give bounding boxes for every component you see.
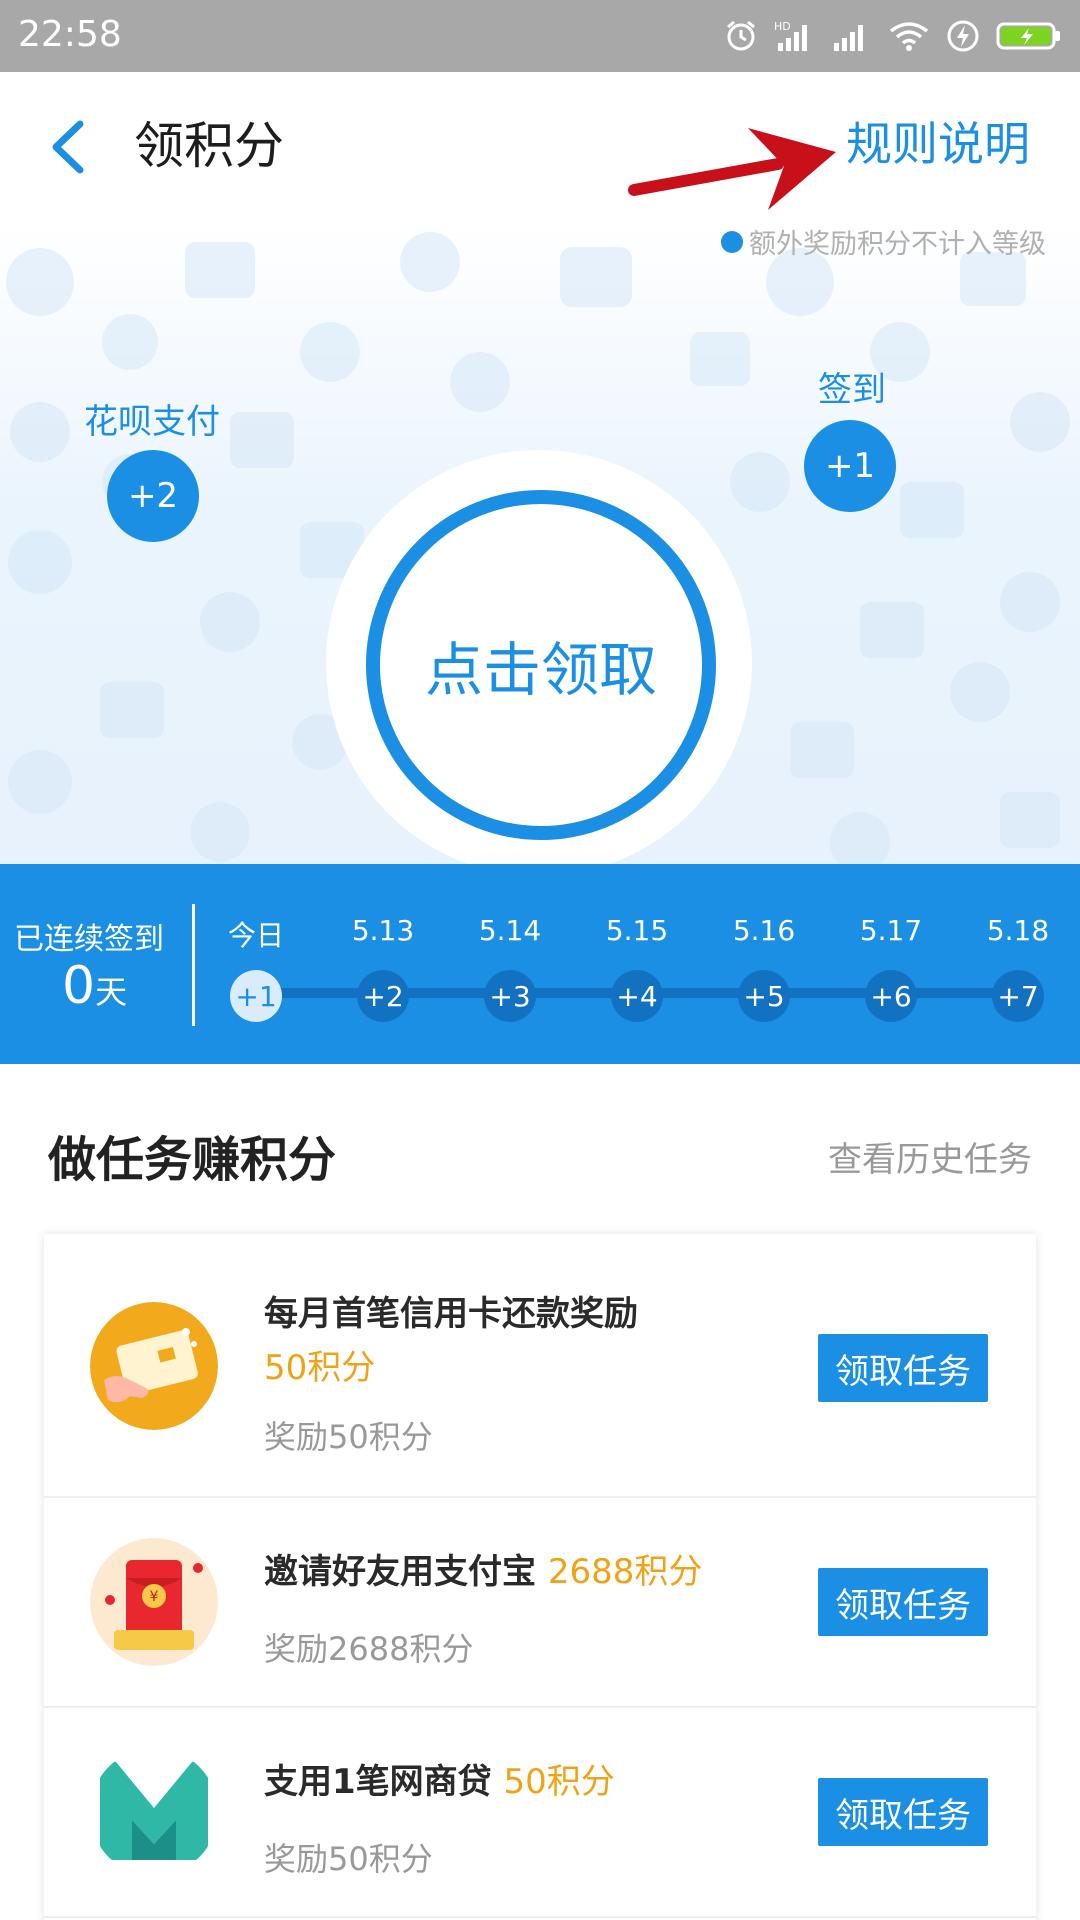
streak-unit: 天 (95, 973, 128, 1011)
status-time: 22:58 (18, 14, 122, 55)
charging-icon (947, 20, 979, 52)
claim-task-button[interactable]: 领取任务 (818, 1334, 988, 1402)
page-header: 领积分 规则说明 (0, 72, 1080, 222)
back-icon[interactable] (38, 112, 98, 182)
extra-points-note: 额外奖励积分不计入等级 (721, 222, 1046, 261)
page-title: 领积分 (134, 117, 284, 175)
task-item[interactable]: 每月首笔信用卡还款奖励 50积分 奖励50积分 领取任务 (44, 1234, 1036, 1498)
note-text: 额外奖励积分不计入等级 (749, 229, 1046, 260)
hd-signal-icon: HD (774, 20, 807, 51)
credit-card-icon (90, 1302, 218, 1430)
red-arrow-annotation (628, 128, 836, 210)
task-points: 50积分 (264, 1348, 376, 1388)
mybank-loan-icon (90, 1748, 218, 1876)
task-reward: 奖励50积分 (264, 1840, 433, 1878)
day-points: +2 (357, 970, 409, 1022)
checkin-points-bubble[interactable]: +1 (804, 420, 896, 512)
day-points: +7 (992, 970, 1044, 1022)
tasks-title: 做任务赚积分 (48, 1132, 337, 1188)
svg-text:¥: ¥ (150, 1589, 159, 1605)
checkin-label: 签到 (818, 370, 886, 410)
day-label: 5.13 (351, 914, 415, 947)
day-label: 5.14 (478, 914, 542, 947)
signal-icon (834, 25, 863, 51)
claim-button-label: 点击领取 (424, 636, 657, 704)
task-item[interactable]: 支用1笔网商贷 50积分 奖励50积分 领取任务 (44, 1708, 1036, 1918)
task-reward: 奖励50积分 (264, 1418, 433, 1456)
task-title-line: 邀请好友用支付宝 2688积分 (264, 1544, 702, 1593)
task-item[interactable]: ¥ 邀请好友用支付宝 2688积分 奖励2688积分 领取任务 (44, 1498, 1036, 1708)
huabei-points-bubble[interactable]: +2 (107, 450, 199, 542)
day-label: 5.16 (732, 914, 796, 947)
svg-text:HD: HD (774, 20, 791, 33)
huabei-label: 花呗支付 (84, 402, 220, 442)
streak-count: 0天 (62, 956, 127, 1016)
day-label: 5.18 (986, 914, 1050, 947)
day-label: 5.17 (859, 914, 923, 947)
task-list: 每月首笔信用卡还款奖励 50积分 奖励50积分 领取任务 ¥ 邀请好友用支付宝 … (44, 1234, 1036, 1920)
streak-label: 已连续签到 (14, 922, 164, 957)
red-envelope-icon: ¥ (90, 1538, 218, 1666)
task-reward: 奖励2688积分 (264, 1630, 474, 1668)
day-points: +4 (611, 970, 663, 1022)
day-points-today: +1 (230, 970, 282, 1022)
alarm-icon (727, 20, 755, 51)
battery-icon (996, 22, 1060, 50)
task-title-line: 支用1笔网商贷 50积分 (264, 1754, 615, 1803)
claim-hero: 额外奖励积分不计入等级 花呗支付 +2 签到 +1 点击领取 (0, 222, 1080, 864)
day-label: 今日 (227, 919, 284, 952)
day-points: +3 (484, 970, 536, 1022)
history-tasks-link[interactable]: 查看历史任务 (828, 1132, 1032, 1181)
claim-task-button[interactable]: 领取任务 (818, 1778, 988, 1846)
day-points: +5 (738, 970, 790, 1022)
task-points: 50积分 (503, 1762, 615, 1802)
claim-task-button[interactable]: 领取任务 (818, 1568, 988, 1636)
streak-divider (192, 904, 195, 1026)
claim-button[interactable]: 点击领取 (366, 490, 716, 840)
rules-link[interactable]: 规则说明 (846, 108, 1030, 174)
wifi-icon (889, 22, 929, 51)
status-icons: HD (724, 14, 1062, 58)
checkin-streak-bar: 已连续签到 0天 今日 5.13 5.14 5.15 5.16 5.17 5.1… (0, 864, 1080, 1064)
task-title: 每月首笔信用卡还款奖励 (264, 1294, 638, 1334)
task-title: 支用1笔网商贷 (264, 1762, 492, 1802)
note-dot-icon (721, 230, 743, 253)
task-title: 邀请好友用支付宝 (264, 1552, 536, 1592)
streak-count-value: 0 (62, 956, 96, 1016)
day-label: 5.15 (605, 914, 669, 947)
day-points: +6 (865, 970, 917, 1022)
status-bar: 22:58 HD (0, 0, 1080, 72)
task-points: 2688积分 (547, 1552, 703, 1592)
